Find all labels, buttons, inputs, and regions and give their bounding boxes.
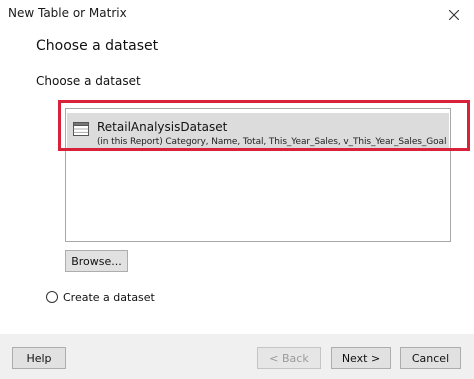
- next-button[interactable]: Next >: [331, 347, 391, 369]
- create-dataset-option[interactable]: Create a dataset: [46, 289, 155, 305]
- titlebar: New Table or Matrix: [0, 0, 474, 32]
- dataset-name: RetailAnalysisDataset: [97, 120, 228, 134]
- dataset-list-item[interactable]: RetailAnalysisDataset (in this Report) C…: [67, 113, 449, 151]
- close-icon: [449, 10, 459, 20]
- section-label: Choose a dataset: [36, 74, 141, 88]
- dataset-detail: (in this Report) Category, Name, Total, …: [97, 137, 447, 147]
- cancel-button[interactable]: Cancel: [400, 347, 461, 369]
- page-heading: Choose a dataset: [36, 38, 159, 54]
- radio-button[interactable]: [46, 291, 58, 303]
- help-button[interactable]: Help: [12, 347, 66, 369]
- dialog-window: New Table or Matrix Choose a dataset Cho…: [0, 0, 474, 379]
- table-icon: [73, 122, 89, 136]
- browse-button[interactable]: Browse...: [65, 250, 128, 272]
- close-button[interactable]: [434, 0, 474, 30]
- window-title: New Table or Matrix: [8, 6, 127, 20]
- back-button[interactable]: < Back: [257, 347, 321, 369]
- dataset-list[interactable]: RetailAnalysisDataset (in this Report) C…: [65, 108, 451, 242]
- create-dataset-label: Create a dataset: [63, 290, 155, 304]
